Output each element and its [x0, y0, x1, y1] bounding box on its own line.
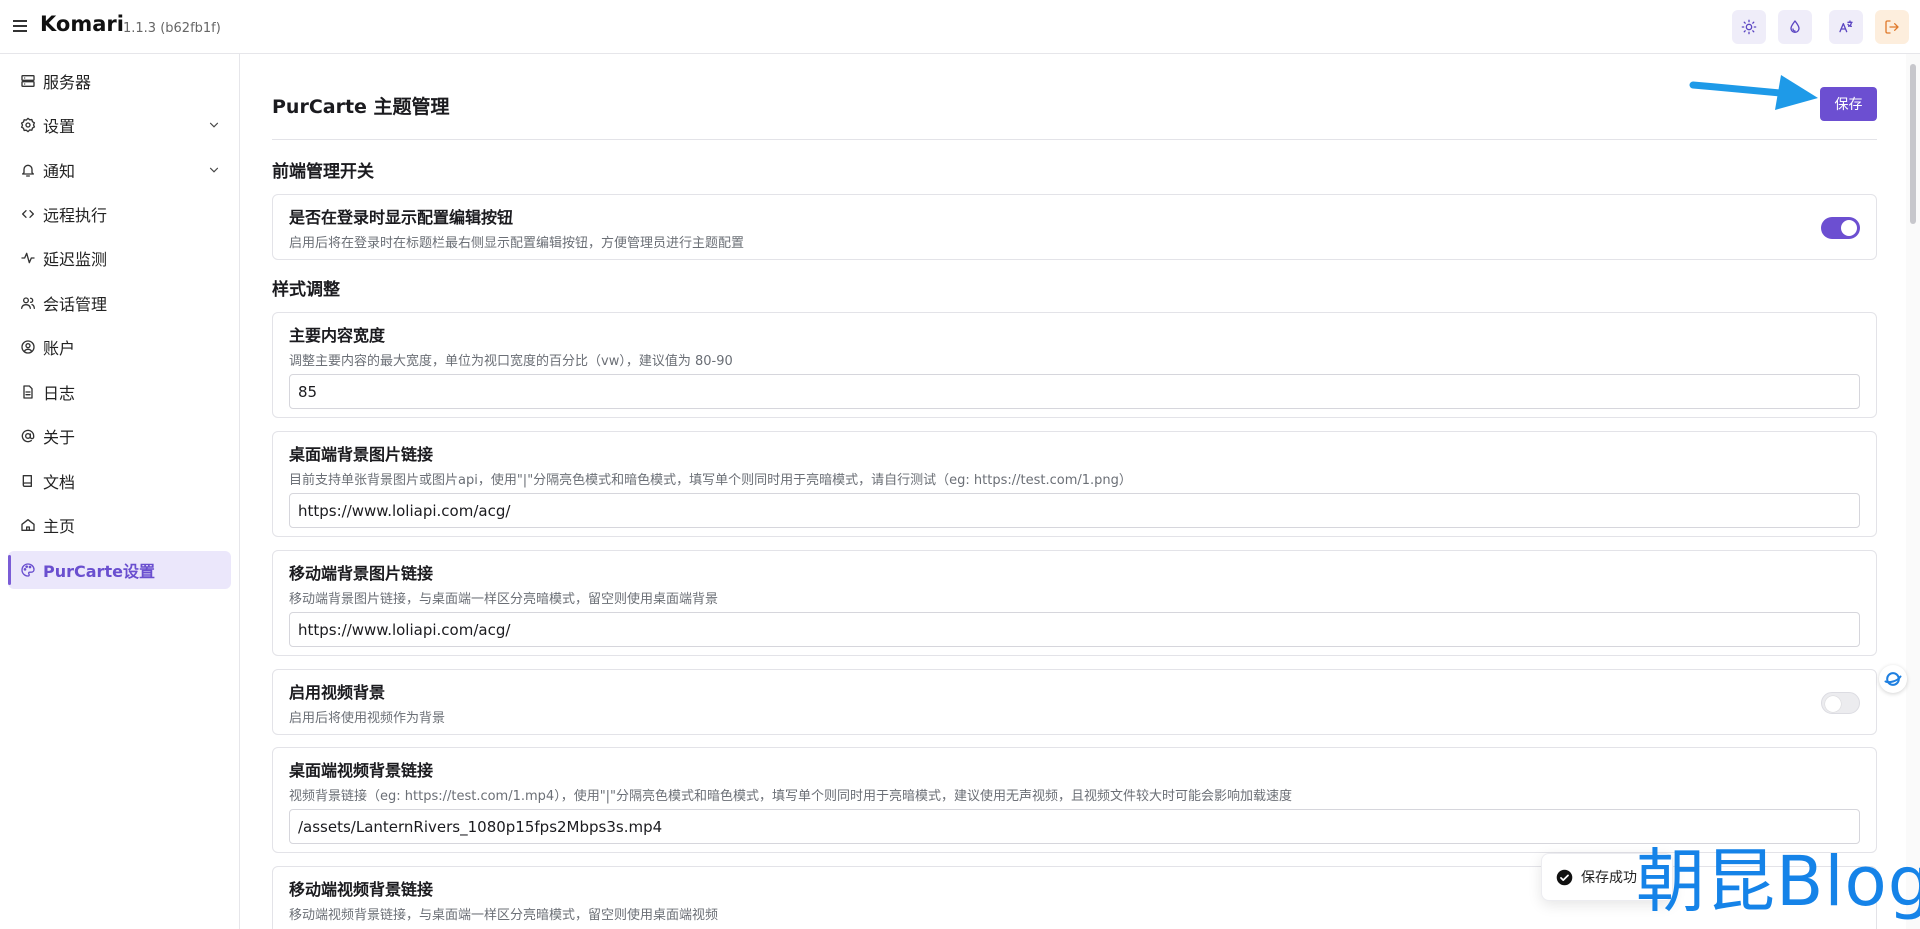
sidebar: 服务器 设置 通知 远程执行 延迟监测 会话管理 账户 日志 关于 文档 主页 …	[0, 54, 240, 929]
desktop-bg-image-input[interactable]: https://www.loliapi.com/acg/	[289, 493, 1860, 528]
translate-icon	[1839, 20, 1853, 33]
chevron-down-icon	[209, 122, 219, 128]
card-description: 调整主要内容的最大宽度，单位为视口宽度的百分比（vw），建议值为 80-90	[289, 354, 733, 369]
sidebar-item-label: 关于	[43, 428, 76, 447]
sidebar-item-notifications[interactable]: 通知	[8, 151, 231, 189]
bell-icon	[19, 161, 37, 179]
server-icon	[19, 72, 37, 90]
sidebar-item-label: 主页	[43, 517, 76, 536]
menu-icon[interactable]	[10, 16, 30, 36]
card-title: 移动端背景图片链接	[289, 564, 434, 583]
sidebar-item-account[interactable]: 账户	[8, 328, 231, 366]
sidebar-item-settings[interactable]: 设置	[8, 106, 231, 144]
user-circle-icon	[19, 338, 37, 356]
sidebar-item-label: 日志	[43, 384, 76, 403]
gear-icon	[19, 116, 37, 134]
scrollbar-thumb[interactable]	[1910, 64, 1916, 224]
watermark: 朝昆Blog	[1636, 842, 1920, 922]
home-icon	[19, 516, 37, 534]
sidebar-item-label: 会话管理	[43, 295, 108, 314]
content-width-input[interactable]: 85	[289, 374, 1860, 409]
color-scheme-button[interactable]	[1778, 10, 1812, 44]
mobile-bg-image-input[interactable]: https://www.loliapi.com/acg/	[289, 612, 1860, 647]
sidebar-item-label: 文档	[43, 473, 76, 492]
annotation-arrow	[1689, 75, 1818, 110]
users-icon	[19, 294, 37, 312]
sidebar-item-servers[interactable]: 服务器	[8, 62, 231, 100]
card-title: 主要内容宽度	[289, 326, 386, 345]
card-description: 启用后将在登录时在标题栏最右侧显示配置编辑按钮，方便管理员进行主题配置	[289, 236, 745, 251]
card-description: 视频背景链接（eg: https://test.com/1.mp4），使用"|"…	[289, 789, 1293, 804]
card-config-edit-button: 是否在登录时显示配置编辑按钮 启用后将在登录时在标题栏最右侧显示配置编辑按钮，方…	[272, 194, 1877, 260]
sidebar-item-label: 远程执行	[43, 206, 108, 225]
language-button[interactable]	[1829, 10, 1863, 44]
sun-icon	[1741, 19, 1757, 35]
card-description: 目前支持单张背景图片或图片api，使用"|"分隔亮色模式和暗色模式，填写单个则同…	[289, 473, 1132, 488]
app-brand[interactable]: Komari	[40, 12, 124, 36]
card-mobile-bg-image: 移动端背景图片链接 移动端背景图片链接，与桌面端一样区分亮暗模式，留空则使用桌面…	[272, 550, 1877, 656]
logout-button[interactable]	[1875, 10, 1909, 44]
card-description: 移动端背景图片链接，与桌面端一样区分亮暗模式，留空则使用桌面端背景	[289, 592, 719, 607]
pulse-icon	[19, 249, 37, 267]
sidebar-item-label: 服务器	[43, 73, 92, 92]
video-bg-toggle[interactable]	[1821, 692, 1860, 714]
card-title: 是否在登录时显示配置编辑按钮	[289, 208, 514, 227]
theme-toggle-button[interactable]	[1732, 10, 1766, 44]
logout-icon	[1885, 20, 1899, 34]
code-icon	[19, 205, 37, 223]
sidebar-item-label: 设置	[43, 117, 76, 136]
section-title-frontend: 前端管理开关	[272, 162, 374, 182]
book-icon	[19, 472, 37, 490]
card-description: 移动端视频背景链接，与桌面端一样区分亮暗模式，留空则使用桌面端视频	[289, 908, 719, 923]
droplet-icon	[1790, 20, 1800, 33]
section-title-style: 样式调整	[272, 280, 340, 300]
check-circle-icon	[1556, 869, 1573, 885]
main-content: PurCarte 主题管理 保存 前端管理开关 是否在登录时显示配置编辑按钮 启…	[241, 54, 1906, 929]
sidebar-item-label: 通知	[43, 162, 76, 181]
sidebar-item-label: 延迟监测	[43, 250, 108, 269]
card-title: 启用视频背景	[289, 683, 386, 702]
sidebar-item-logs[interactable]: 日志	[8, 373, 231, 411]
sidebar-item-purcarte-settings[interactable]: PurCarte设置	[8, 551, 231, 589]
floating-assistant-button[interactable]	[1879, 665, 1907, 693]
file-icon	[19, 383, 37, 401]
page-title: PurCarte 主题管理	[272, 96, 450, 118]
sidebar-item-home[interactable]: 主页	[8, 506, 231, 544]
sidebar-item-latency[interactable]: 延迟监测	[8, 239, 231, 277]
card-desktop-bg-image: 桌面端背景图片链接 目前支持单张背景图片或图片api，使用"|"分隔亮色模式和暗…	[272, 431, 1877, 537]
card-title: 移动端视频背景链接	[289, 880, 434, 899]
card-desktop-video: 桌面端视频背景链接 视频背景链接（eg: https://test.com/1.…	[272, 747, 1877, 853]
sidebar-item-label: PurCarte设置	[43, 562, 155, 581]
config-edit-toggle[interactable]	[1821, 217, 1860, 239]
scrollbar[interactable]	[1906, 54, 1920, 929]
card-title: 桌面端视频背景链接	[289, 761, 434, 780]
sidebar-item-about[interactable]: 关于	[8, 417, 231, 455]
sidebar-item-docs[interactable]: 文档	[8, 462, 231, 500]
chevron-down-icon	[209, 167, 219, 173]
assistant-icon	[1884, 672, 1902, 686]
desktop-video-input[interactable]: /assets/LanternRivers_1080p15fps2Mbps3s.…	[289, 809, 1860, 844]
save-button[interactable]: 保存	[1820, 87, 1877, 121]
card-video-bg: 启用视频背景 启用后将使用视频作为背景	[272, 669, 1877, 735]
sidebar-item-label: 账户	[43, 339, 76, 358]
card-title: 桌面端背景图片链接	[289, 445, 434, 464]
sidebar-item-remote-exec[interactable]: 远程执行	[8, 195, 231, 233]
sidebar-item-sessions[interactable]: 会话管理	[8, 284, 231, 322]
toast-message: 保存成功	[1581, 870, 1637, 886]
app-version: 1.1.3 (b62fb1f)	[123, 21, 221, 36]
palette-icon	[19, 561, 37, 579]
card-description: 启用后将使用视频作为背景	[289, 711, 446, 726]
title-divider	[272, 139, 1877, 140]
card-content-width: 主要内容宽度 调整主要内容的最大宽度，单位为视口宽度的百分比（vw），建议值为 …	[272, 312, 1877, 418]
top-bar: Komari 1.1.3 (b62fb1f)	[0, 0, 1920, 54]
at-icon	[19, 427, 37, 445]
